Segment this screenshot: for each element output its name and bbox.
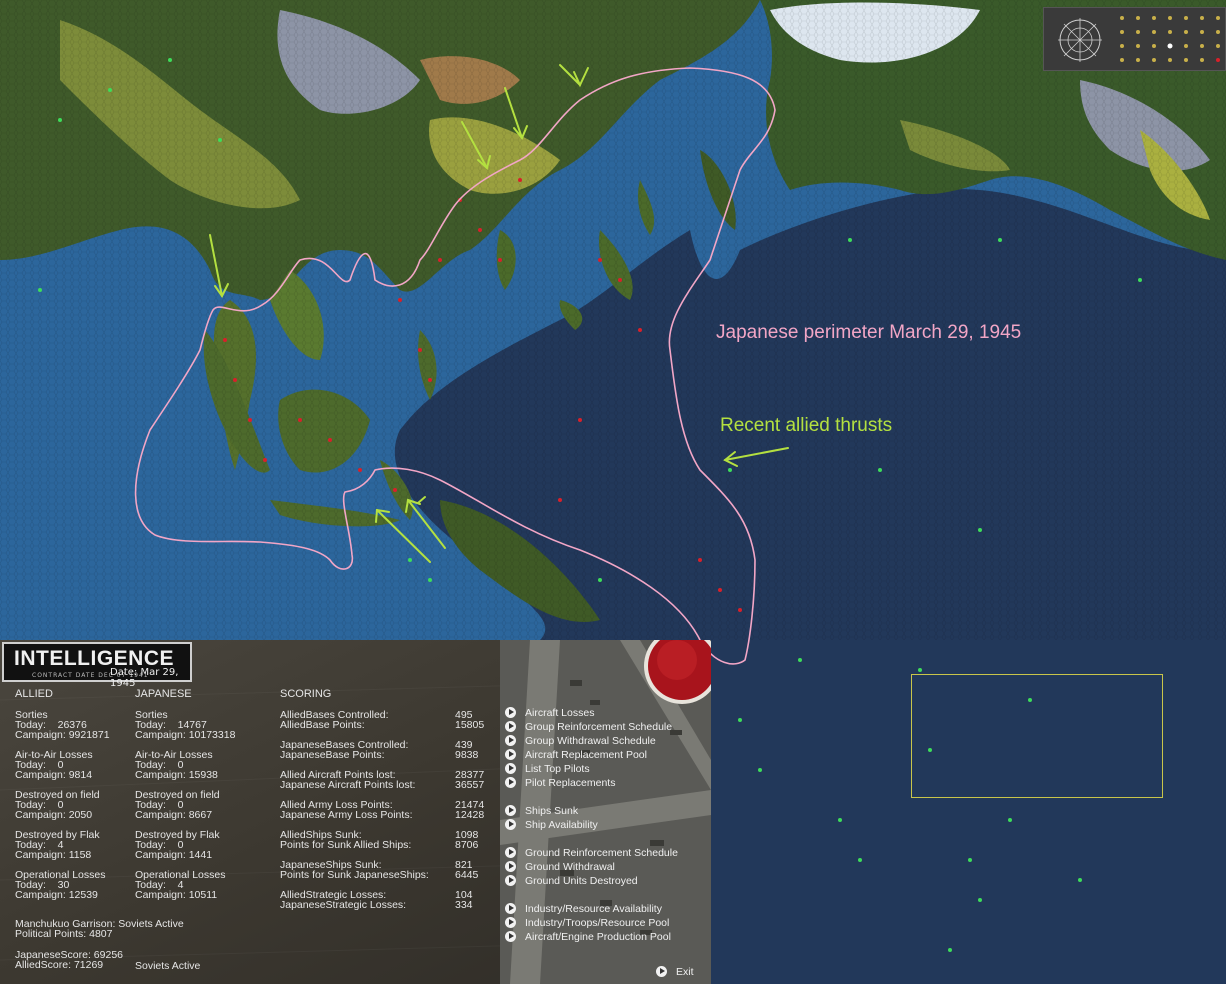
score-values-allied-ships: 1098 8706 — [455, 829, 479, 851]
score-labels-japanese-ships: JapaneseShips Sunk: Points for Sunk Japa… — [280, 859, 429, 881]
allied-sorties: Sorties Today: 26376 Campaign: 9921871 — [15, 709, 110, 741]
score-values-strategic: 104 334 — [455, 889, 473, 911]
menu-group-reinforcement-schedule[interactable]: Group Reinforcement Schedule — [505, 720, 705, 734]
menu-aircraft-replacement-pool[interactable]: Aircraft Replacement Pool — [505, 748, 705, 762]
soviets-status: Soviets Active — [135, 960, 201, 972]
arrow-icon — [505, 735, 516, 746]
allied-air-to-air: Air-to-Air Losses Today: 0 Campaign: 981… — [15, 749, 93, 781]
menu-aircraft-losses[interactable]: Aircraft Losses — [505, 706, 705, 720]
score-labels-strategic: AlliedStrategic Losses: JapaneseStrategi… — [280, 889, 407, 911]
score-values-bases-allied: 495 15805 — [455, 709, 485, 731]
current-date: Date: Mar 29, 1945 — [110, 667, 179, 689]
menu-pilot-replacements[interactable]: Pilot Replacements — [505, 776, 705, 790]
intelligence-title-box: INTELLIGENCE CONTRACT DATE DEC 07 1941 D… — [2, 642, 192, 689]
thrusts-annotation: Recent allied thrusts — [720, 415, 893, 436]
score-labels-aircraft: Allied Aircraft Points lost: Japanese Ai… — [280, 769, 416, 791]
map-filter-icons[interactable] — [1116, 10, 1224, 70]
allied-destroyed-by-flak: Destroyed by Flak Today: 4 Campaign: 115… — [15, 829, 100, 861]
minimap-panel[interactable] — [1043, 7, 1226, 71]
menu-industry-resource-availability[interactable]: Industry/Resource Availability — [505, 902, 705, 916]
japanese-air-to-air: Air-to-Air Losses Today: 0 Campaign: 159… — [135, 749, 218, 781]
allied-destroyed-on-field: Destroyed on field Today: 0 Campaign: 20… — [15, 789, 100, 821]
arrow-icon — [505, 931, 516, 942]
arrow-icon — [656, 966, 667, 977]
arrow-icon — [505, 917, 516, 928]
arrow-icon — [505, 805, 516, 816]
compass-rose-icon[interactable] — [1054, 14, 1106, 66]
score-labels-bases-japanese: JapaneseBases Controlled: JapaneseBase P… — [280, 739, 409, 761]
menu-ships-sunk[interactable]: Ships Sunk — [505, 804, 705, 818]
menu-ship-availability[interactable]: Ship Availability — [505, 818, 705, 832]
japanese-header: JAPANESE — [135, 688, 192, 700]
score-values-japanese-ships: 821 6445 — [455, 859, 479, 881]
allied-operational-losses: Operational Losses Today: 30 Campaign: 1… — [15, 869, 106, 901]
japanese-sorties: Sorties Today: 14767 Campaign: 10173318 — [135, 709, 236, 741]
red-seal-icon — [644, 640, 711, 704]
arrow-icon — [505, 903, 516, 914]
arrow-icon — [505, 861, 516, 872]
arrow-icon — [505, 777, 516, 788]
japanese-destroyed-by-flak: Destroyed by Flak Today: 0 Campaign: 144… — [135, 829, 220, 861]
score-labels-bases-allied: AlliedBases Controlled: AlliedBase Point… — [280, 709, 389, 731]
arrow-icon — [505, 707, 516, 718]
score-values-aircraft: 28377 36557 — [455, 769, 485, 791]
score-values-bases-japanese: 439 9838 — [455, 739, 479, 761]
score-values-army: 21474 12428 — [455, 799, 485, 821]
arrow-icon — [505, 847, 516, 858]
scoring-header: SCORING — [280, 688, 332, 700]
garrison-status: Manchukuo Garrison: Soviets Active Polit… — [15, 918, 184, 940]
menu-ground-withdrawal[interactable]: Ground Withdrawal — [505, 860, 705, 874]
intelligence-panel: INTELLIGENCE CONTRACT DATE DEC 07 1941 D… — [0, 640, 711, 984]
allied-header: ALLIED — [15, 688, 53, 700]
arrow-icon — [505, 819, 516, 830]
japanese-operational-losses: Operational Losses Today: 4 Campaign: 10… — [135, 869, 226, 901]
map-selection-box[interactable] — [911, 674, 1163, 798]
arrow-icon — [505, 875, 516, 886]
exit-button[interactable]: Exit — [656, 965, 711, 979]
score-labels-allied-ships: AlliedShips Sunk: Points for Sunk Allied… — [280, 829, 412, 851]
victory-scores: JapaneseScore: 69256 AlliedScore: 71269 — [15, 949, 123, 971]
arrow-icon — [505, 721, 516, 732]
japanese-destroyed-on-field: Destroyed on field Today: 0 Campaign: 86… — [135, 789, 220, 821]
score-labels-army: Allied Army Loss Points: Japanese Army L… — [280, 799, 413, 821]
menu-aircraft-engine-production-pool[interactable]: Aircraft/Engine Production Pool — [505, 930, 705, 944]
arrow-icon — [505, 763, 516, 774]
menu-industry-troops-resource-pool[interactable]: Industry/Troops/Resource Pool — [505, 916, 705, 930]
menu-ground-units-destroyed[interactable]: Ground Units Destroyed — [505, 874, 705, 888]
arrow-icon — [505, 749, 516, 760]
perimeter-annotation: Japanese perimeter March 29, 1945 — [716, 322, 1022, 343]
menu-list-top-pilots[interactable]: List Top Pilots — [505, 762, 705, 776]
menu-ground-reinforcement-schedule[interactable]: Ground Reinforcement Schedule — [505, 846, 705, 860]
menu-group-withdrawal-schedule[interactable]: Group Withdrawal Schedule — [505, 734, 705, 748]
